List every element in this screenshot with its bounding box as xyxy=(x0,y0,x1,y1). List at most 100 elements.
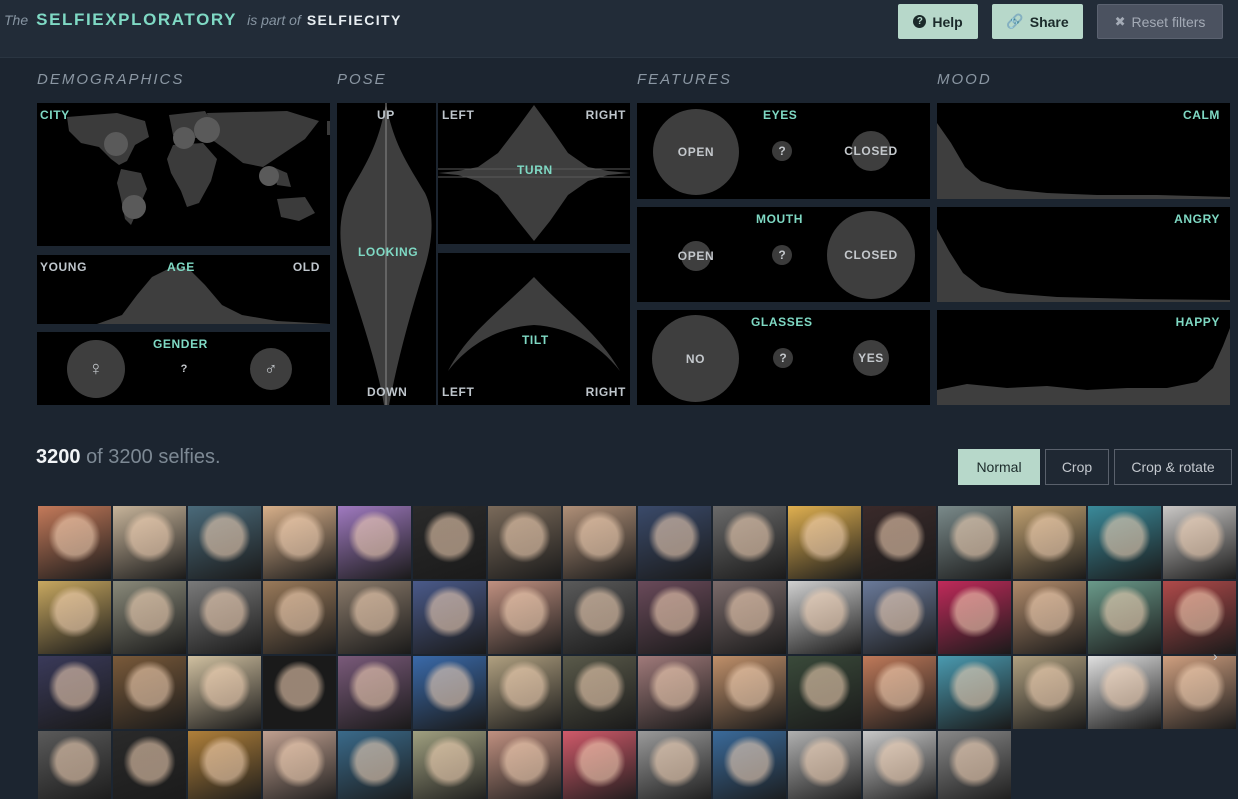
glasses-no-filter[interactable]: NO xyxy=(652,315,739,402)
share-button[interactable]: 🔗 Share xyxy=(992,4,1083,39)
selfie-thumbnail[interactable] xyxy=(562,580,637,655)
selfie-thumbnail[interactable] xyxy=(262,655,337,730)
city-bubble-berlin[interactable] xyxy=(194,117,220,143)
selfie-thumbnail[interactable] xyxy=(787,655,862,730)
selfie-thumbnail[interactable] xyxy=(787,730,862,799)
gender-unknown-label: ? xyxy=(180,363,188,375)
selfie-thumbnail[interactable] xyxy=(187,655,262,730)
selfie-thumbnail[interactable] xyxy=(337,730,412,799)
glasses-unknown-filter[interactable]: ? xyxy=(773,348,793,368)
selfie-thumbnail[interactable] xyxy=(112,580,187,655)
view-crop-button[interactable]: Crop xyxy=(1045,449,1109,485)
selfie-thumbnail[interactable] xyxy=(562,730,637,799)
chevron-right-icon[interactable]: › xyxy=(1213,648,1218,664)
tilt-panel[interactable]: TILT LEFT RIGHT xyxy=(438,253,630,405)
selfie-thumbnail[interactable] xyxy=(787,505,862,580)
glasses-yes-label: YES xyxy=(858,351,884,365)
total-count-text: of 3200 selfies. xyxy=(86,446,221,468)
age-label: AGE xyxy=(167,260,195,274)
selfie-thumbnail[interactable] xyxy=(637,505,712,580)
selfie-thumbnail[interactable] xyxy=(112,655,187,730)
selfie-thumbnail[interactable] xyxy=(112,505,187,580)
selfie-thumbnail[interactable] xyxy=(37,655,112,730)
age-panel[interactable]: YOUNG AGE OLD xyxy=(37,255,330,324)
eyes-unknown-filter[interactable]: ? xyxy=(772,141,792,161)
mouth-open-filter[interactable]: OPEN xyxy=(678,241,714,271)
selfie-thumbnail[interactable] xyxy=(1087,505,1162,580)
selfie-thumbnail[interactable] xyxy=(862,655,937,730)
gender-unknown-filter[interactable]: ? xyxy=(174,359,194,379)
selfie-thumbnail[interactable] xyxy=(1087,580,1162,655)
view-crop-rotate-button[interactable]: Crop & rotate xyxy=(1114,449,1232,485)
selfie-thumbnail[interactable] xyxy=(412,505,487,580)
selfie-thumbnail[interactable] xyxy=(637,730,712,799)
selfie-thumbnail[interactable] xyxy=(37,505,112,580)
selfie-thumbnail[interactable] xyxy=(562,505,637,580)
selfie-thumbnail[interactable] xyxy=(412,580,487,655)
selfie-thumbnail[interactable] xyxy=(187,580,262,655)
selfie-thumbnail[interactable] xyxy=(937,655,1012,730)
selfie-thumbnail[interactable] xyxy=(1012,580,1087,655)
selfie-thumbnail[interactable] xyxy=(187,730,262,799)
selfie-thumbnail[interactable] xyxy=(712,655,787,730)
mouth-closed-filter[interactable]: CLOSED xyxy=(827,211,915,299)
selfie-thumbnail[interactable] xyxy=(337,580,412,655)
city-bubble-london[interactable] xyxy=(173,127,195,149)
selfie-thumbnail[interactable] xyxy=(487,730,562,799)
calm-panel[interactable]: CALM xyxy=(937,103,1230,199)
city-bubble-new-york[interactable] xyxy=(104,132,128,156)
help-button[interactable]: ? Help xyxy=(898,4,978,39)
selfie-thumbnail[interactable] xyxy=(1012,505,1087,580)
selfie-thumbnail[interactable] xyxy=(1162,655,1237,730)
selfie-thumbnail[interactable] xyxy=(937,505,1012,580)
mouth-unknown-filter[interactable]: ? xyxy=(772,245,792,265)
selfie-thumbnail[interactable] xyxy=(487,580,562,655)
selfie-thumbnail[interactable] xyxy=(412,655,487,730)
city-bubble-bangkok[interactable] xyxy=(259,166,279,186)
angry-panel[interactable]: ANGRY xyxy=(937,207,1230,302)
selfie-thumbnail[interactable] xyxy=(1162,580,1237,655)
selfie-thumbnail[interactable] xyxy=(862,505,937,580)
selfie-thumbnail[interactable] xyxy=(637,580,712,655)
glasses-yes-filter[interactable]: YES xyxy=(853,340,889,376)
selfie-thumbnail[interactable] xyxy=(562,655,637,730)
selfie-thumbnail[interactable] xyxy=(337,655,412,730)
selfie-thumbnail[interactable] xyxy=(787,580,862,655)
selfie-thumbnail[interactable] xyxy=(862,730,937,799)
selfie-thumbnail[interactable] xyxy=(412,730,487,799)
parent-site-link[interactable]: SELFIECITY xyxy=(307,12,402,28)
selfie-thumbnail[interactable] xyxy=(487,655,562,730)
selfie-thumbnail[interactable] xyxy=(712,505,787,580)
selfie-thumbnail[interactable] xyxy=(637,655,712,730)
selfie-thumbnail[interactable] xyxy=(262,580,337,655)
app-name[interactable]: SELFIEXPLORATORY xyxy=(36,10,237,29)
female-filter[interactable]: ♀ xyxy=(67,340,125,398)
selfie-thumbnail[interactable] xyxy=(712,730,787,799)
selfie-thumbnail[interactable] xyxy=(487,505,562,580)
selfie-thumbnail[interactable] xyxy=(37,580,112,655)
selfie-thumbnail[interactable] xyxy=(1012,655,1087,730)
selfie-thumbnail[interactable] xyxy=(937,730,1012,799)
selfie-thumbnail[interactable] xyxy=(187,505,262,580)
selfie-thumbnail[interactable] xyxy=(1087,655,1162,730)
turn-panel[interactable]: LEFT TURN RIGHT xyxy=(438,103,630,244)
happy-panel[interactable]: HAPPY xyxy=(937,310,1230,405)
selfie-thumbnail[interactable] xyxy=(712,580,787,655)
eyes-closed-filter[interactable]: CLOSED xyxy=(844,131,897,171)
selfie-thumbnail[interactable] xyxy=(937,580,1012,655)
selfie-thumbnail[interactable] xyxy=(37,730,112,799)
selfie-thumbnail[interactable] xyxy=(337,505,412,580)
male-filter[interactable]: ♂ xyxy=(250,348,292,390)
selfie-thumbnail[interactable] xyxy=(112,730,187,799)
view-normal-button[interactable]: Normal xyxy=(958,449,1040,485)
selfie-thumbnail[interactable] xyxy=(862,580,937,655)
looking-panel[interactable]: UP LOOKING DOWN xyxy=(337,103,436,405)
selfie-thumbnail[interactable] xyxy=(262,730,337,799)
city-map-panel[interactable]: CITY xyxy=(37,103,330,246)
mouth-panel: MOUTH OPEN ? CLOSED xyxy=(637,207,930,302)
reset-filters-button[interactable]: ✖ Reset filters xyxy=(1097,4,1223,39)
city-bubble-sao-paulo[interactable] xyxy=(122,195,146,219)
eyes-open-filter[interactable]: OPEN xyxy=(653,109,739,195)
selfie-thumbnail[interactable] xyxy=(262,505,337,580)
selfie-thumbnail[interactable] xyxy=(1162,505,1237,580)
